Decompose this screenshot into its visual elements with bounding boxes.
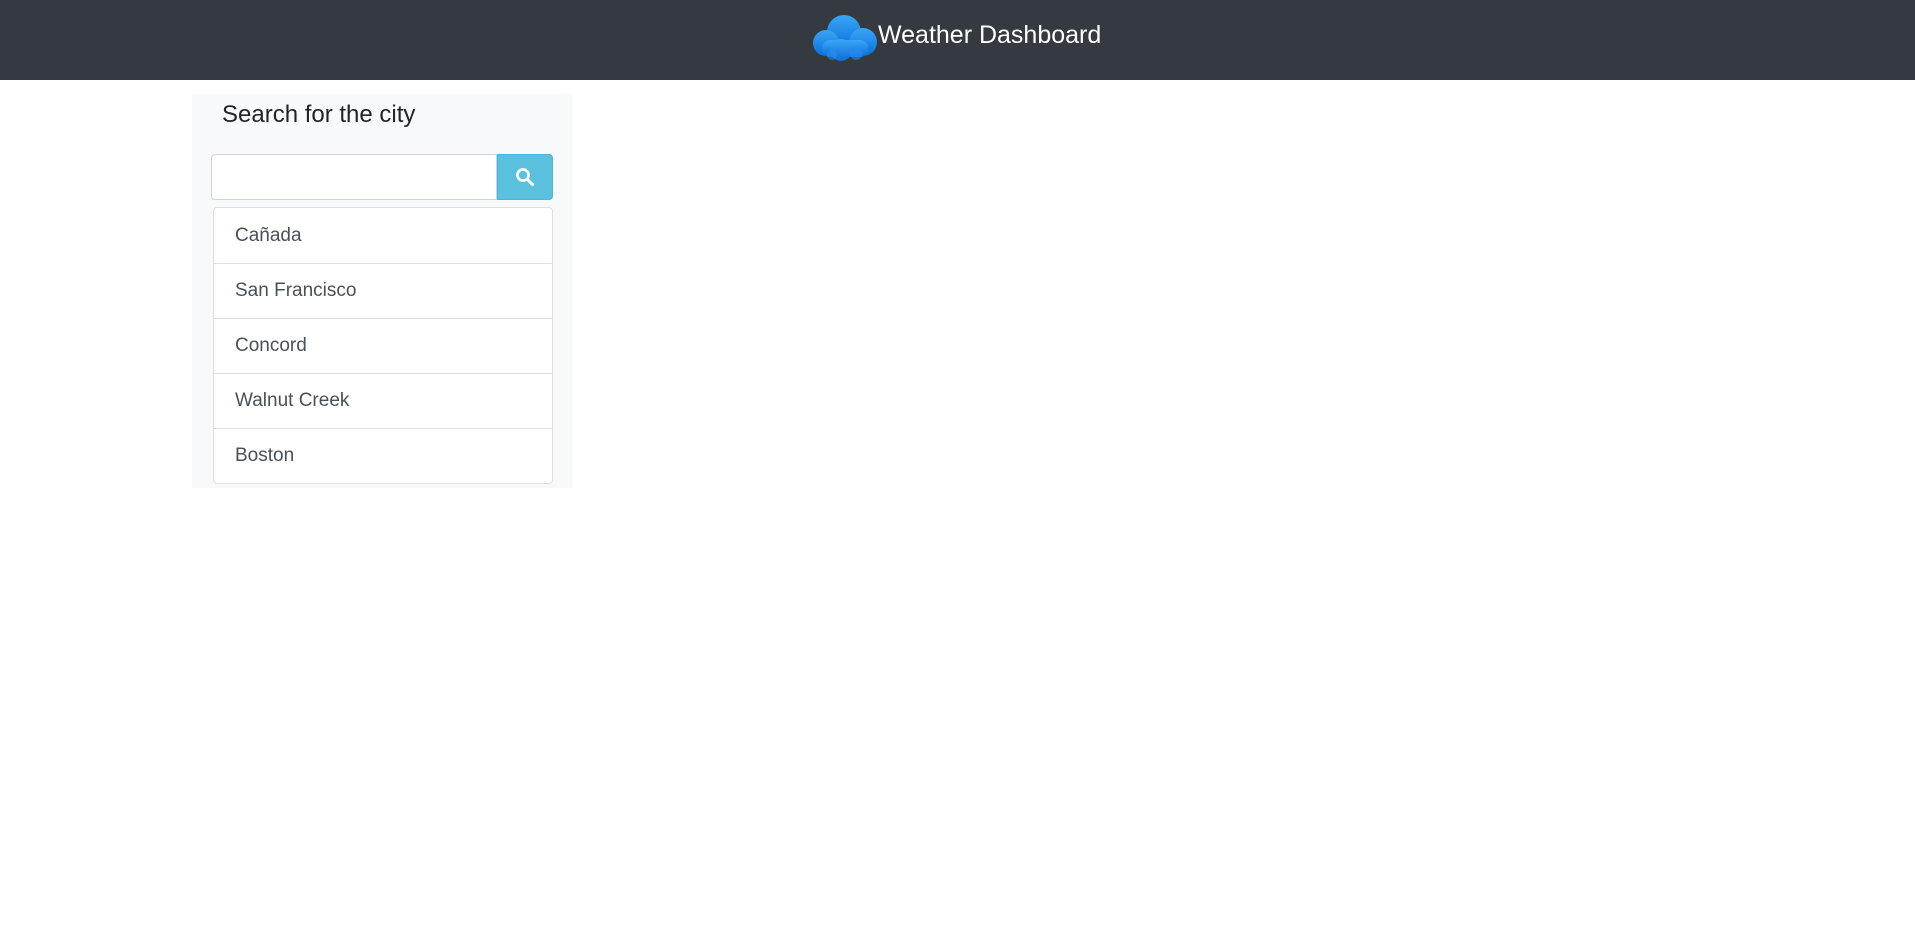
city-item-boston[interactable]: Boston [214,428,552,483]
city-item-san-francisco[interactable]: San Francisco [214,263,552,318]
cloud-icon [813,15,877,61]
city-history-list: Cañada San Francisco Concord Walnut Cree… [213,207,553,484]
city-item-canada[interactable]: Cañada [214,208,552,263]
search-heading: Search for the city [222,101,416,128]
search-panel: Search for the city Cañada San Francisco… [192,94,573,488]
navbar: Weather Dashboard [0,0,1915,80]
city-item-walnut-creek[interactable]: Walnut Creek [214,373,552,428]
city-search-input[interactable] [211,154,497,200]
brand: Weather Dashboard [808,8,1101,68]
search-icon [516,168,534,186]
search-button[interactable] [497,154,553,200]
city-item-concord[interactable]: Concord [214,318,552,373]
app-title: Weather Dashboard [878,20,1102,49]
